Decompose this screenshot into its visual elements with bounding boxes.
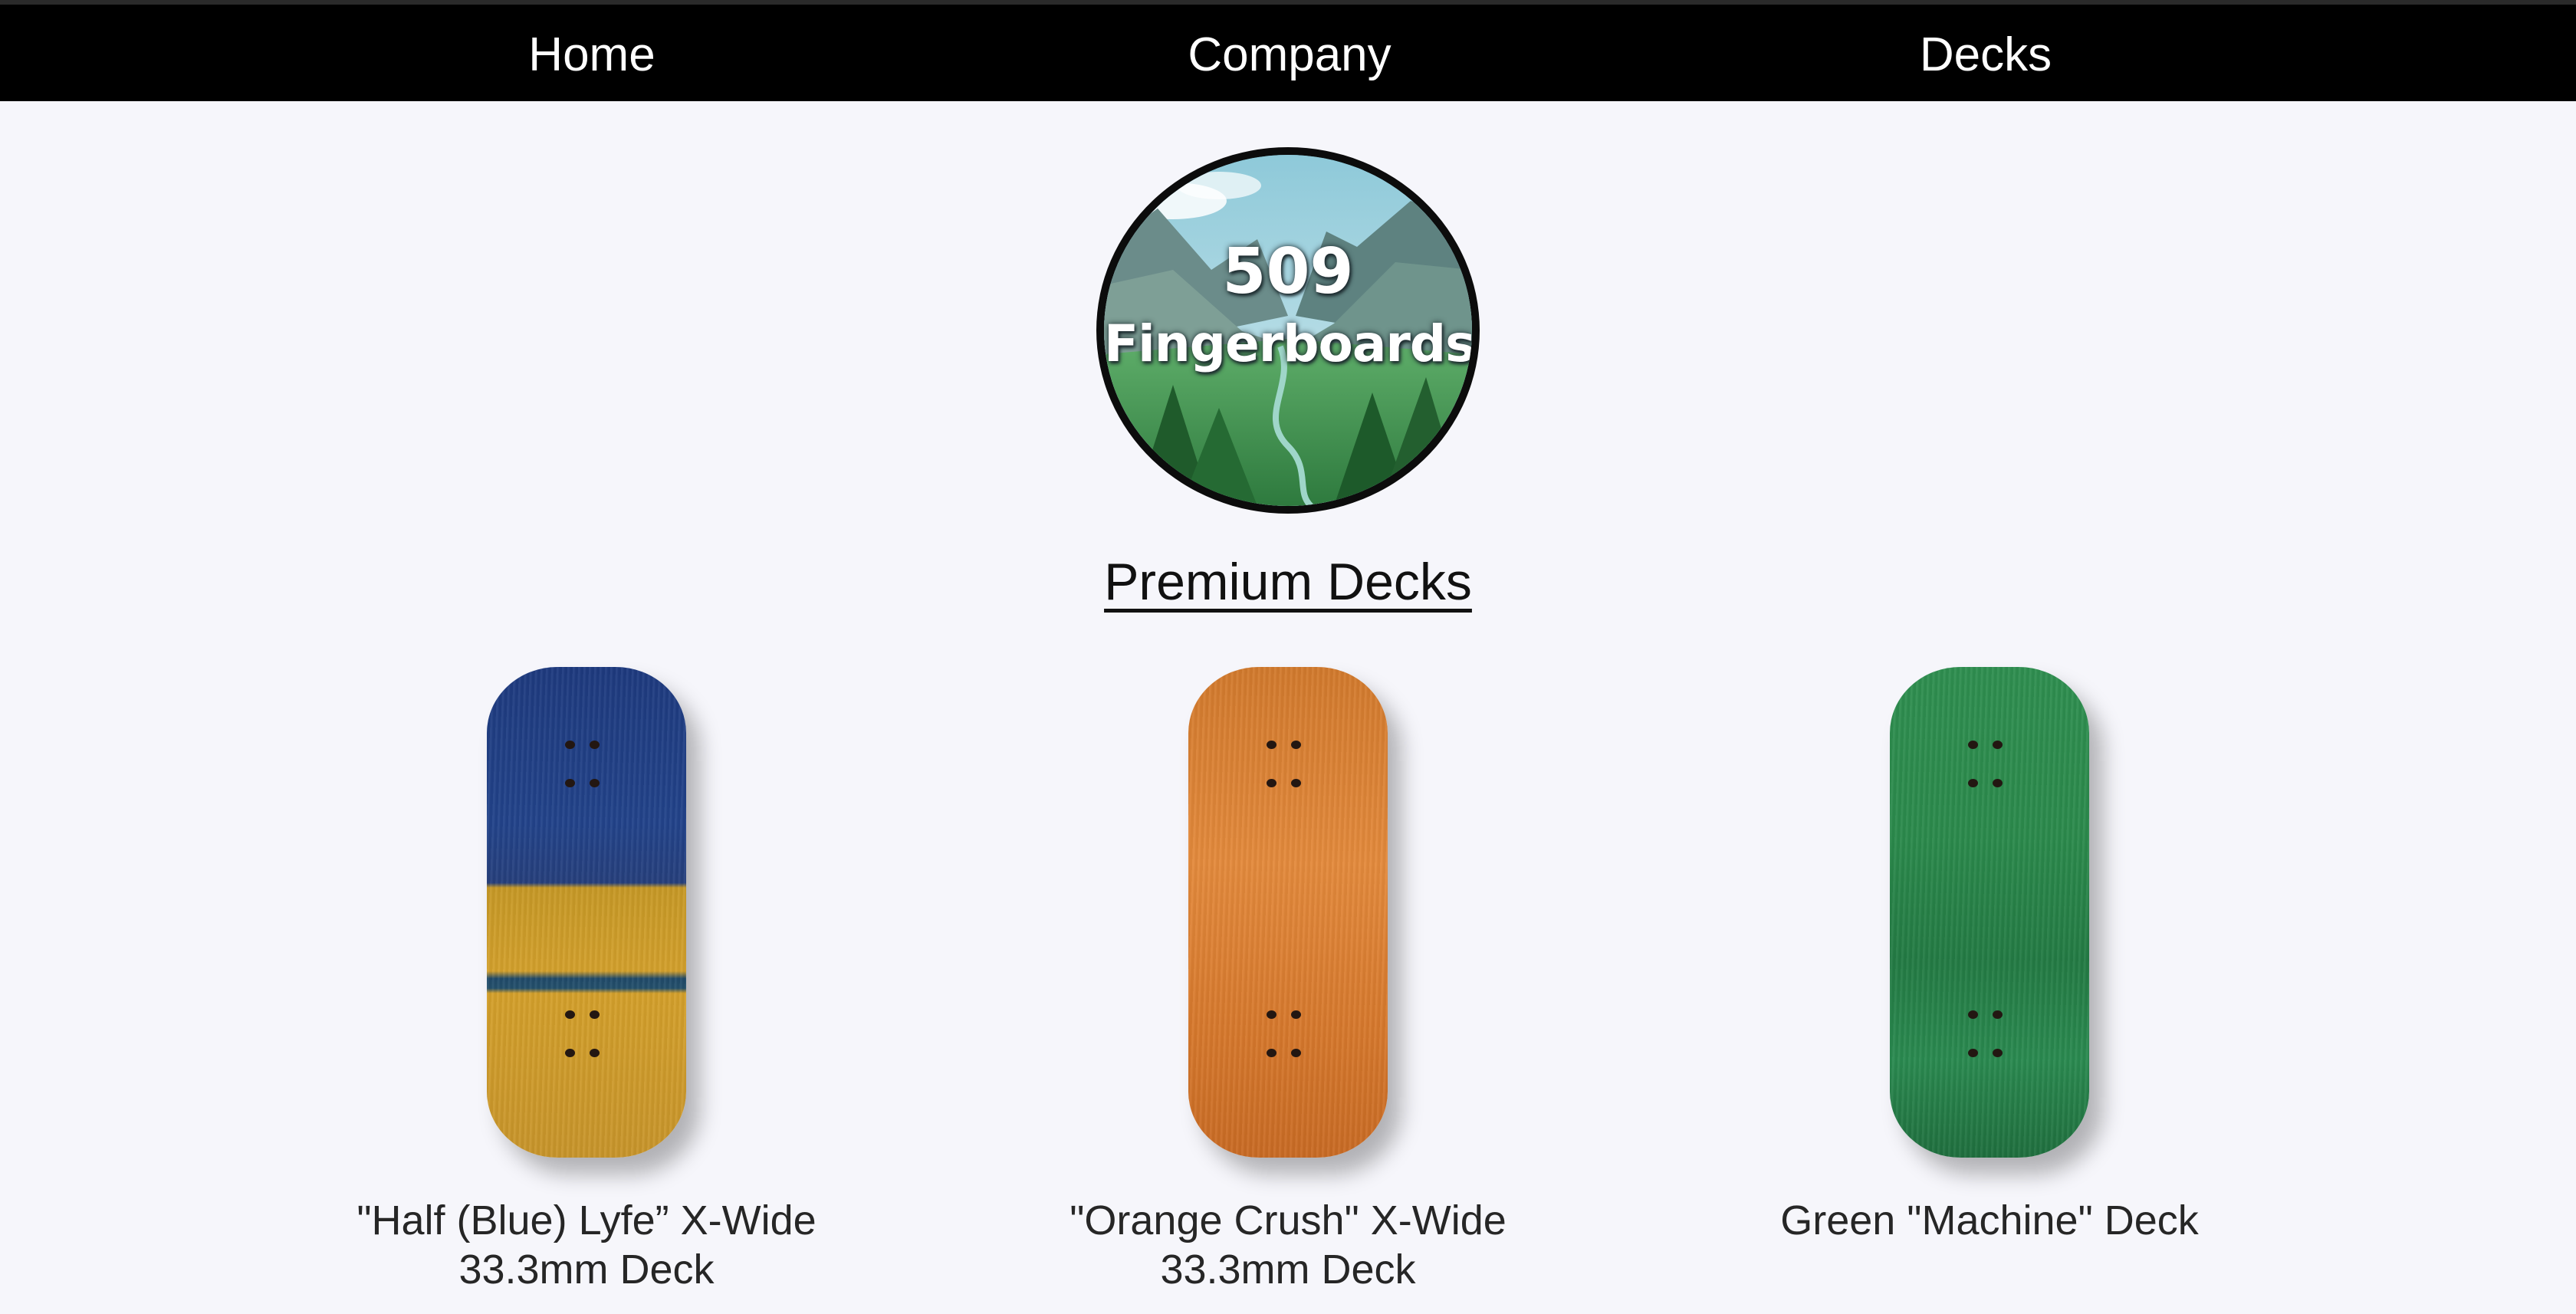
product-card[interactable]: "Half (Blue) Lyfe” X-Wide 33.3mm Deck <box>295 667 878 1314</box>
nav-home-link[interactable]: Home <box>439 9 745 101</box>
product-card[interactable]: Green "Machine" Deck <box>1698 667 2281 1314</box>
logo-text-name: Fingerboards <box>1104 314 1475 373</box>
nav-decks-link[interactable]: Decks <box>1832 9 2139 101</box>
product-title-line1: "Orange Crush" X-Wide <box>1070 1197 1506 1243</box>
product-card[interactable]: "Orange Crush" X-Wide 33.3mm Deck <box>997 667 1579 1314</box>
brand-logo: 509 Fingerboards <box>1096 147 1480 514</box>
product-title-line1: Green "Machine" Deck <box>1780 1197 2199 1243</box>
truck-holes <box>1960 741 2019 790</box>
logo-text-number: 509 <box>1222 235 1354 308</box>
nav-company-link[interactable]: Company <box>1136 9 1443 101</box>
deck-image[interactable] <box>1890 667 2089 1158</box>
truck-holes <box>1259 741 1317 790</box>
truck-holes <box>1960 1010 2019 1059</box>
truck-holes <box>557 741 616 790</box>
truck-holes <box>1259 1010 1317 1059</box>
section-title-premium-decks[interactable]: Premium Decks <box>1058 552 1518 612</box>
deck-image[interactable] <box>487 667 686 1158</box>
product-title[interactable]: "Orange Crush" X-Wide 33.3mm Deck <box>997 1196 1579 1294</box>
product-title[interactable]: "Half (Blue) Lyfe” X-Wide 33.3mm Deck <box>295 1196 878 1294</box>
product-title-line1: "Half (Blue) Lyfe” X-Wide <box>356 1197 816 1243</box>
product-title-line2: 33.3mm Deck <box>458 1247 715 1293</box>
truck-holes <box>557 1010 616 1059</box>
product-title[interactable]: Green "Machine" Deck <box>1698 1196 2281 1245</box>
top-nav: Home Company Decks <box>0 0 2576 101</box>
product-title-line2: 33.3mm Deck <box>1160 1247 1416 1293</box>
deck-image[interactable] <box>1188 667 1388 1158</box>
